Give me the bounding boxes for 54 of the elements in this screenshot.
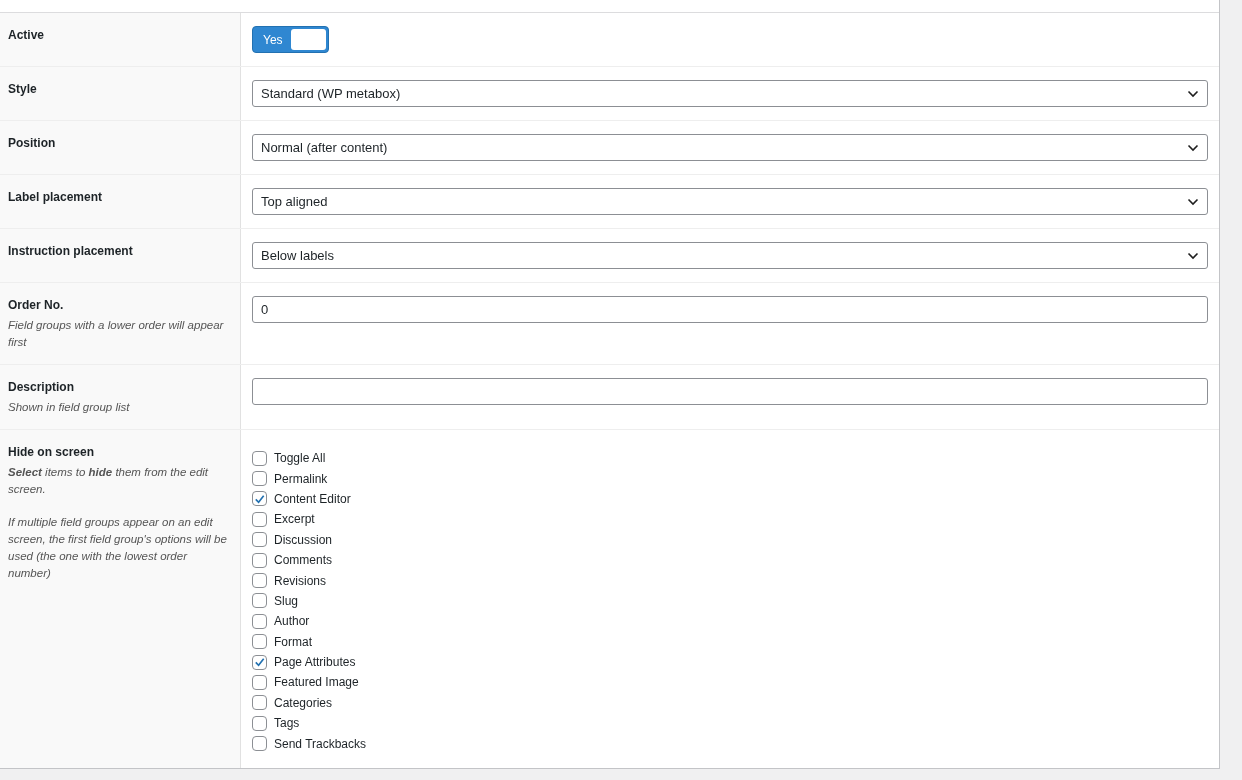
checkbox-option[interactable]: Comments [252, 549, 1208, 571]
checkbox-option[interactable]: Categories [252, 692, 1208, 714]
select-dropdown[interactable]: Standard (WP metabox) [252, 80, 1208, 107]
setting-label: Position [8, 135, 57, 151]
chevron-down-icon [1187, 251, 1199, 260]
setting-label: Style [8, 81, 38, 97]
checkbox[interactable] [252, 471, 267, 487]
checkbox[interactable] [252, 491, 267, 507]
toggle-switch[interactable]: Yes [252, 26, 329, 53]
checkbox[interactable] [252, 634, 267, 650]
checkbox-option[interactable]: Toggle All [252, 448, 1208, 469]
checkbox-option[interactable]: Discussion [252, 529, 1208, 550]
checkbox[interactable] [252, 573, 267, 589]
chevron-down-icon [1187, 197, 1199, 206]
setting-label: Hide on screen [8, 444, 96, 460]
checkbox[interactable] [252, 613, 267, 629]
setting-label: Instruction placement [8, 243, 134, 259]
chevron-down-icon [1187, 89, 1199, 98]
toggle-label: Yes [262, 32, 284, 47]
checkbox-option[interactable]: Tags [252, 713, 1208, 734]
select-dropdown[interactable]: Normal (after content) [252, 134, 1208, 161]
checkbox[interactable] [252, 593, 267, 609]
checkbox[interactable] [252, 532, 267, 548]
chevron-down-icon [1187, 143, 1199, 152]
checkbox[interactable] [252, 450, 267, 466]
input-field[interactable]: 0 [252, 296, 1208, 323]
setting-label: Label placement [8, 189, 104, 205]
checkbox-option[interactable]: Slug [252, 590, 1208, 612]
checkbox-option[interactable]: Revisions [252, 570, 1208, 591]
select-dropdown[interactable]: Below labels [252, 242, 1208, 269]
checkbox-option[interactable]: Permalink [252, 468, 1208, 489]
checkbox-option[interactable]: Author [252, 611, 1208, 632]
setting-label: Description [8, 379, 75, 395]
setting-instructions: Select items to hide them from the edit screen. [8, 465, 210, 497]
input-field[interactable] [252, 378, 1208, 405]
setting-instructions: Shown in field group list [8, 400, 131, 415]
checkbox[interactable] [252, 675, 267, 690]
checkbox[interactable] [252, 654, 267, 670]
checkbox[interactable] [252, 552, 267, 568]
checkbox-option[interactable]: Send Trackbacks [252, 733, 1208, 754]
setting-instructions: Field groups with a lower order will appear first [8, 318, 225, 350]
checkbox-option[interactable]: Format [252, 631, 1208, 652]
checkbox-option[interactable]: Page Attributes [252, 651, 1208, 673]
select-dropdown[interactable]: Top aligned [252, 188, 1208, 215]
setting-label: Order No. [8, 297, 65, 313]
checkbox[interactable] [252, 736, 267, 752]
checkbox-option[interactable]: Content Editor [252, 488, 1208, 510]
setting-instructions: If multiple field groups appear on an edit screen, the first field group's options will be used (the one with the lowest order number) [8, 515, 228, 581]
checkbox-option[interactable]: Excerpt [252, 509, 1208, 530]
checkbox[interactable] [252, 511, 267, 527]
checkbox[interactable] [252, 695, 267, 711]
checkbox-option[interactable]: Featured Image [252, 672, 1208, 693]
setting-label: Active [8, 27, 46, 43]
checkbox[interactable] [252, 715, 267, 731]
